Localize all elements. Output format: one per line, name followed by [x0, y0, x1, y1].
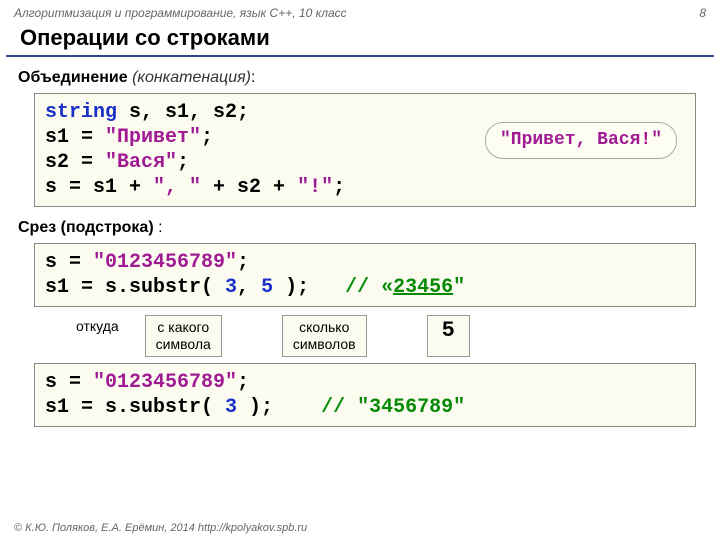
- annot-how-many: сколько символов: [282, 315, 367, 357]
- result-bubble: "Привет, Вася!": [485, 122, 677, 159]
- header-strip: Алгоритмизация и программирование, язык …: [0, 0, 720, 23]
- section-substr: Срез (подстрока) :: [0, 215, 720, 243]
- section-concat-bold: Объединение: [18, 69, 132, 86]
- section-substr-bold: Срез (подстрока): [18, 219, 154, 236]
- section-substr-tail: :: [154, 219, 163, 236]
- footer-copyright: © К.Ю. Поляков, Е.А. Ерёмин, 2014 http:/…: [14, 522, 307, 534]
- code-block-2: s = "0123456789"; s1 = s.substr( 3, 5 );…: [34, 243, 696, 307]
- annot-from: откуда: [70, 315, 125, 357]
- page-number: 8: [699, 6, 706, 20]
- code-block-3: s = "0123456789"; s1 = s.substr( 3 ); //…: [34, 363, 696, 427]
- course-label: Алгоритмизация и программирование, язык …: [14, 6, 347, 20]
- section-concat-tail: :: [251, 69, 255, 86]
- annot-which-char: с какого символа: [145, 315, 222, 357]
- section-concat: Объединение (конкатенация):: [0, 65, 720, 93]
- section-concat-ital: (конкатенация): [132, 69, 251, 86]
- code-block-1: string s, s1, s2; s1 = "Привет"; s2 = "В…: [34, 93, 696, 207]
- page-title: Операции со строками: [6, 23, 714, 57]
- annot-result-5: 5: [427, 315, 470, 357]
- annotation-row: откуда с какого символа сколько символов…: [60, 315, 720, 357]
